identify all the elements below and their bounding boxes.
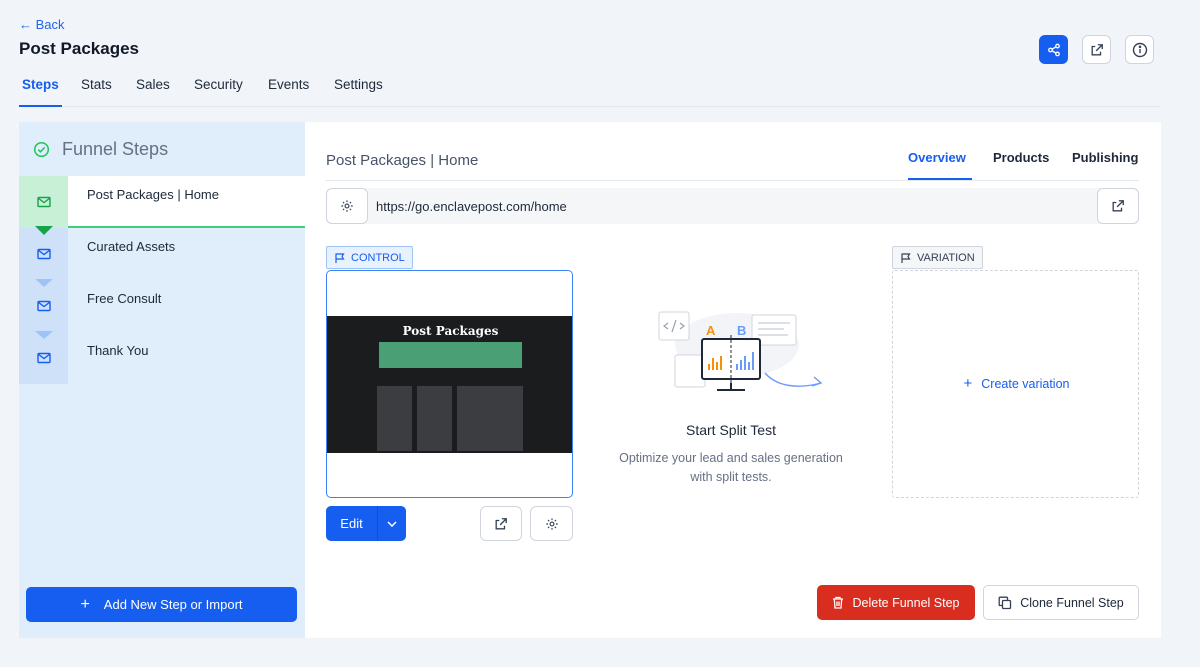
gear-icon	[545, 517, 559, 531]
page-preview-thumbnail: Post Packages	[327, 316, 572, 453]
tab-publishing[interactable]: Publishing	[1072, 150, 1138, 180]
control-label: CONTROL	[351, 251, 405, 264]
preview-column	[488, 386, 523, 451]
sidebar-step-label: Free Consult	[87, 291, 162, 306]
sidebar-step-label: Curated Assets	[87, 239, 176, 254]
external-link-icon	[494, 517, 508, 531]
tab-security[interactable]: Security	[191, 76, 246, 107]
url-bar: https://go.enclavepost.com/home	[326, 188, 1139, 224]
mail-icon	[36, 352, 51, 364]
info-icon	[1132, 42, 1148, 58]
sidebar-step-curated-assets[interactable]: Curated Assets	[19, 228, 305, 280]
create-variation-button[interactable]: + Create variation	[893, 376, 1140, 391]
variation-label: VARIATION	[917, 251, 975, 264]
tab-stats[interactable]: Stats	[78, 76, 115, 107]
tab-sales[interactable]: Sales	[133, 76, 173, 107]
gear-icon	[340, 199, 354, 213]
external-link-icon	[1090, 43, 1104, 57]
tab-overview[interactable]: Overview	[908, 150, 972, 180]
variation-placeholder: + Create variation	[892, 270, 1139, 498]
step-connector-arrow	[35, 279, 53, 287]
clone-step-button[interactable]: Clone Funnel Step	[983, 585, 1139, 620]
step-connector-arrow	[35, 226, 53, 235]
tab-settings[interactable]: Settings	[331, 76, 386, 107]
sidebar-header: Funnel Steps	[19, 122, 305, 176]
tabs-divider	[326, 180, 1139, 181]
preview-column	[457, 386, 492, 451]
mail-icon	[36, 248, 51, 260]
step-detail-panel: Post Packages | Home Overview Products P…	[305, 122, 1161, 638]
edit-dropdown-toggle[interactable]	[377, 506, 406, 541]
delete-step-button[interactable]: Delete Funnel Step	[817, 585, 975, 620]
split-test-description: Optimize your lead and sales generation …	[619, 451, 843, 484]
variant-a-label: A	[706, 323, 716, 338]
flag-icon	[334, 252, 346, 264]
check-circle-icon	[33, 141, 50, 158]
sidebar-step-label: Thank You	[87, 343, 149, 358]
mail-icon	[36, 196, 51, 208]
sidebar-step-thank-you[interactable]: Thank You	[19, 332, 305, 384]
main-tabs: Steps Stats Sales Security Events Settin…	[19, 76, 1160, 107]
step-icon-cell	[19, 280, 68, 332]
edit-label: Edit	[340, 516, 363, 531]
step-icon-cell	[19, 332, 68, 384]
page-title: Post Packages	[19, 39, 140, 58]
sidebar-title: Funnel Steps	[62, 138, 169, 159]
open-external-button[interactable]	[1082, 35, 1111, 64]
trash-icon	[832, 596, 844, 609]
clone-step-label: Clone Funnel Step	[1020, 595, 1124, 610]
control-preview-card[interactable]: Post Packages	[326, 270, 573, 498]
share-icon	[1047, 43, 1061, 57]
flag-icon	[900, 252, 912, 264]
create-variation-label: Create variation	[981, 376, 1070, 391]
edit-button[interactable]: Edit	[326, 506, 406, 541]
preview-open-button[interactable]	[480, 506, 522, 541]
add-step-button[interactable]: + Add New Step or Import	[26, 587, 297, 622]
chevron-down-icon	[387, 520, 397, 527]
sidebar-step-home[interactable]: Post Packages | Home	[19, 176, 305, 228]
variant-b-label: B	[737, 323, 746, 338]
url-settings-button[interactable]	[326, 188, 368, 224]
funnel-steps-sidebar: Funnel Steps Post Packages | Home Curate…	[19, 122, 305, 638]
tab-events[interactable]: Events	[265, 76, 312, 107]
split-test-illustration-icon: A B	[658, 311, 823, 391]
sidebar-step-free-consult[interactable]: Free Consult	[19, 280, 305, 332]
plus-icon: +	[963, 375, 973, 392]
step-connector-arrow	[35, 331, 53, 339]
control-tag: CONTROL	[326, 246, 413, 269]
sidebar-step-label: Post Packages | Home	[87, 187, 219, 202]
plus-icon: +	[80, 595, 90, 613]
tab-products[interactable]: Products	[993, 150, 1049, 180]
preview-column	[377, 386, 412, 451]
step-url[interactable]: https://go.enclavepost.com/home	[376, 199, 567, 214]
variation-tag: VARIATION	[892, 246, 983, 269]
split-test-title: Start Split Test	[685, 422, 776, 438]
step-icon-cell	[19, 176, 68, 228]
preview-title: Post Packages	[402, 324, 499, 338]
share-button[interactable]	[1039, 35, 1068, 64]
open-url-button[interactable]	[1097, 188, 1139, 224]
external-link-icon	[1111, 199, 1125, 213]
preview-column	[417, 386, 452, 451]
back-label: ← Back	[19, 17, 65, 32]
step-icon-cell	[19, 228, 68, 280]
preview-banner	[379, 342, 522, 368]
control-settings-button[interactable]	[530, 506, 573, 541]
step-title: Post Packages | Home	[326, 152, 479, 169]
tab-steps[interactable]: Steps	[19, 76, 62, 107]
info-button[interactable]	[1125, 35, 1154, 64]
mail-icon	[36, 300, 51, 312]
delete-step-label: Delete Funnel Step	[852, 595, 960, 610]
add-step-label: Add New Step or Import	[103, 597, 243, 612]
copy-icon	[998, 596, 1012, 610]
back-link[interactable]: ← Back	[19, 17, 65, 32]
